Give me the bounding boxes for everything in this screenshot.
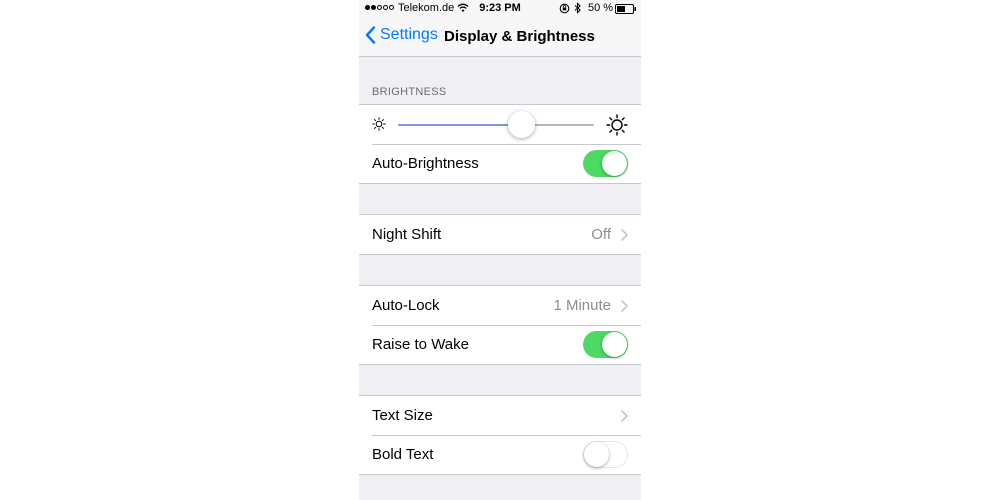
lock-group: Auto-Lock 1 Minute Raise to Wake [359,285,641,365]
auto-lock-row[interactable]: Auto-Lock 1 Minute [359,286,641,325]
battery-icon [615,4,636,14]
chevron-right-icon [621,300,628,312]
bold-text-label: Bold Text [372,446,434,463]
page-title: Display & Brightness [444,28,595,45]
night-shift-group: Night Shift Off [359,214,641,255]
auto-lock-label: Auto-Lock [372,297,440,314]
carrier-name: Telekom.de [398,2,455,14]
status-time: 9:23 PM [479,2,521,14]
settings-screen: Telekom.de 9:23 PM 50 % Settings Display… [359,0,641,500]
raise-to-wake-toggle[interactable] [583,331,628,358]
bluetooth-icon [574,2,581,14]
brightness-slider-fill [398,124,522,126]
raise-to-wake-label: Raise to Wake [372,336,469,353]
brightness-group: Auto-Brightness [359,104,641,184]
bold-text-toggle[interactable] [583,441,628,468]
auto-lock-value: 1 Minute [553,297,611,314]
text-size-label: Text Size [372,407,433,424]
auto-brightness-row: Auto-Brightness [359,144,641,183]
text-group: Text Size Bold Text [359,395,641,475]
signal-strength-icon [365,5,394,10]
orientation-lock-icon [559,3,570,14]
sun-small-icon [372,117,386,131]
chevron-right-icon [621,229,628,241]
sun-large-icon [606,114,628,136]
navigation-bar: Settings Display & Brightness [359,18,641,57]
night-shift-value: Off [591,226,611,243]
auto-brightness-label: Auto-Brightness [372,155,479,172]
auto-brightness-toggle[interactable] [583,150,628,177]
brightness-section-header: BRIGHTNESS [372,86,447,98]
bold-text-row: Bold Text [359,435,641,474]
back-button[interactable]: Settings [365,26,438,44]
back-button-label: Settings [380,26,438,43]
battery-percentage: 50 % [588,2,614,14]
status-bar: Telekom.de 9:23 PM 50 % [359,0,641,18]
brightness-slider-thumb[interactable] [508,111,536,138]
raise-to-wake-row: Raise to Wake [359,325,641,364]
night-shift-row[interactable]: Night Shift Off [359,215,641,254]
brightness-slider-row [359,105,641,144]
chevron-right-icon [621,410,628,422]
text-size-row[interactable]: Text Size [359,396,641,435]
wifi-icon [457,3,469,12]
back-chevron-icon [365,26,376,44]
brightness-slider[interactable] [398,111,594,138]
night-shift-label: Night Shift [372,226,442,243]
